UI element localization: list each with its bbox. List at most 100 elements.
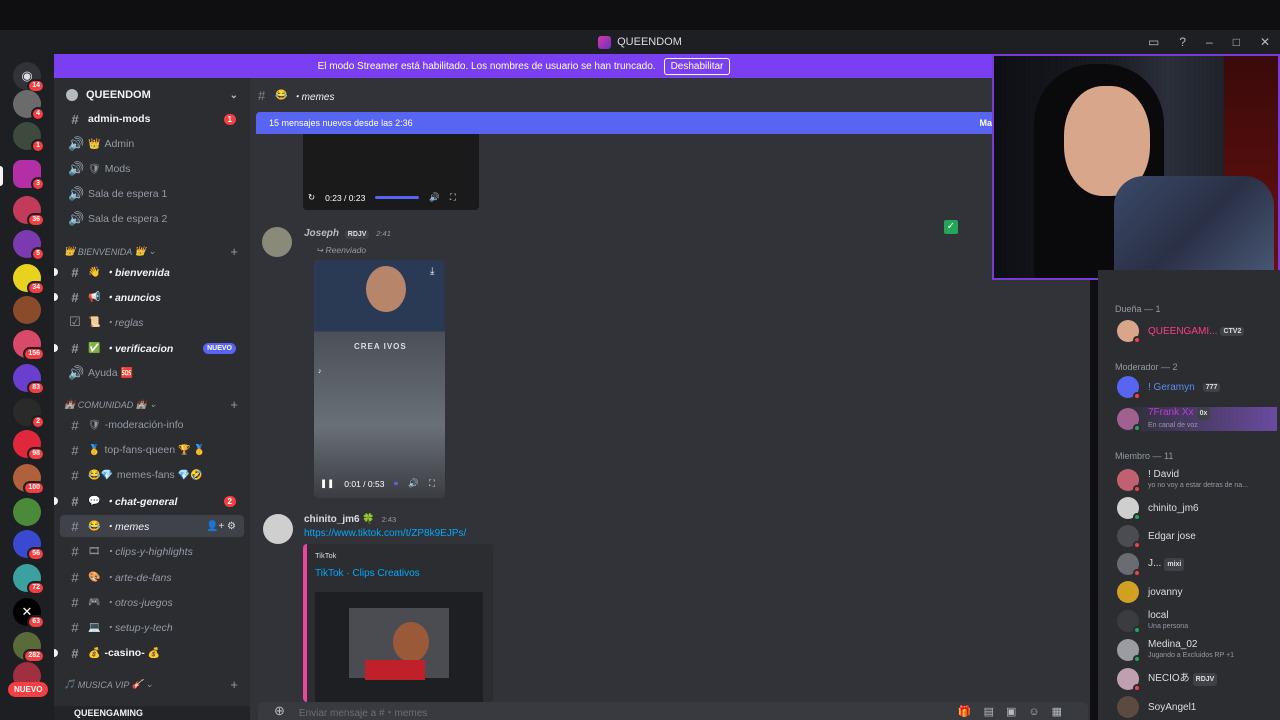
channel-actions[interactable]: 👤+ ⚙ — [206, 521, 236, 532]
inbox-icon[interactable]: ▭ — [1148, 35, 1159, 49]
close-icon[interactable]: ✕ — [1260, 35, 1270, 49]
category-musica-vip[interactable]: 🎵 MUSICA VIP 🎸 ⌄ + — [64, 677, 244, 692]
member-item[interactable]: chinito_jm6 — [1117, 496, 1277, 521]
server-icon[interactable]: 83 — [13, 364, 45, 395]
add-attachment-icon[interactable]: ⊕ — [274, 703, 285, 719]
help-icon[interactable]: ? — [1179, 35, 1186, 49]
server-badge: 36 — [27, 213, 45, 227]
channel-clips-y-highlights[interactable]: # 🎞 ・clips-y-highlights — [60, 540, 244, 562]
member-item[interactable]: SoyAngel1 — [1117, 695, 1277, 719]
new-channel-badge: NUEVO — [203, 342, 236, 354]
category-comunidad[interactable]: 🏰 COMUNIDAD 🏰 ⌄ + — [64, 397, 244, 412]
member-item[interactable]: Medina_02 Jugando a Excluidos RP +1 — [1117, 638, 1277, 663]
direct-messages-icon[interactable]: ◉ 14 — [13, 62, 45, 93]
composer-tools[interactable]: 🎁▤▣☺▦ — [958, 705, 1074, 718]
active-server-pill — [0, 166, 3, 186]
voice-channel-espera-1[interactable]: 🔊 Sala de espera 1 — [60, 183, 244, 205]
disable-streamer-button[interactable]: Deshabilitar — [663, 57, 731, 75]
gear-icon[interactable]: ⚙ — [227, 521, 236, 532]
message-link[interactable]: https://www.tiktok.com/t/ZP8k9EJPs/ — [304, 528, 466, 539]
server-icon[interactable]: 56 — [13, 530, 45, 561]
volume-icon[interactable]: 🔊 — [429, 192, 440, 203]
member-item[interactable]: local Una persona — [1117, 609, 1277, 634]
avatar — [1117, 696, 1139, 718]
video-progress[interactable] — [375, 196, 420, 199]
channel-verificacion[interactable]: # ✅ ・verificacion NUEVO — [60, 337, 244, 359]
hash-icon: # — [71, 493, 79, 509]
server-icon[interactable]: 36 — [13, 196, 45, 227]
add-channel-icon[interactable]: + — [230, 244, 238, 259]
channel-memes-selected[interactable]: # 😂 ・memes 👤+ ⚙ — [60, 515, 244, 537]
member-item[interactable]: jovanny — [1117, 580, 1277, 604]
server-icon[interactable]: 282 — [13, 632, 45, 663]
mark-read-text[interactable]: Ma — [979, 118, 992, 128]
server-icon[interactable]: 2 — [13, 398, 45, 429]
voice-channel-mods[interactable]: 🔊 🛡 Mods — [60, 158, 244, 180]
add-channel-icon[interactable]: + — [230, 677, 238, 692]
member-item[interactable]: J... mixi — [1117, 552, 1277, 577]
message-author[interactable]: chinito_jm6 🍀 2:43 — [304, 514, 396, 525]
category-bienvenida[interactable]: 👑 BIENVENIDA 👑 ⌄ + — [64, 244, 244, 259]
video-controls[interactable]: ❚❚ 0:01 / 0:53 🔊 ⛶ — [320, 478, 444, 489]
server-icon[interactable]: 100 — [13, 464, 45, 495]
member-item[interactable]: QUEENGAMI... CTV2 — [1117, 319, 1277, 344]
channel-chat-general[interactable]: # 💬 ・chat-general 2 — [60, 490, 244, 512]
channel-moderacion-info[interactable]: # 🛡 -moderación-info — [60, 414, 244, 436]
server-icon[interactable]: 4 — [13, 90, 45, 121]
maximize-icon[interactable]: □ — [1233, 35, 1240, 49]
channel-memes-fans[interactable]: # 😂💎 memes-fans 💎🤣 — [60, 464, 244, 486]
channel-top-fans-queen[interactable]: # 🥇 top-fans-queen 🏆 🥇 — [60, 439, 244, 461]
embed-thumbnail[interactable] — [315, 592, 483, 702]
server-header[interactable]: QUEENDOM ⌄ — [54, 82, 250, 108]
volume-icon[interactable]: 🔊 — [408, 478, 419, 489]
server-icon[interactable]: 72 — [13, 564, 45, 595]
server-icon[interactable] — [13, 296, 41, 324]
channel-admin-mods[interactable]: # admin-mods 1 — [60, 108, 244, 130]
avatar[interactable] — [263, 514, 293, 544]
voice-channel-espera-2[interactable]: 🔊 Sala de espera 2 — [60, 208, 244, 230]
invite-icon[interactable]: 👤+ — [206, 521, 224, 532]
server-icon-queendom[interactable]: 3 — [13, 160, 45, 191]
video-controls[interactable]: ↻ 0:23 / 0:23 🔊 ⛶ — [308, 192, 474, 203]
fullscreen-icon[interactable]: ⛶ — [450, 192, 456, 203]
member-item[interactable]: ! David yo no voy a estar detras de na... — [1117, 468, 1277, 493]
message-author[interactable]: Joseph RDJV 2:41 — [304, 228, 391, 239]
user-panel[interactable]: QUEENGAMING — [54, 706, 250, 720]
member-item[interactable]: Edgar jose — [1117, 524, 1277, 549]
download-icon[interactable]: ⤓ — [430, 266, 434, 277]
pause-icon[interactable]: ❚❚ — [320, 478, 334, 489]
server-icon[interactable]: 1 — [13, 122, 45, 153]
server-icon[interactable]: 98 — [13, 430, 45, 461]
voice-channel-ayuda[interactable]: 🔊 Ayuda 🆘 — [60, 362, 244, 384]
x-server-icon[interactable]: ✕ 63 — [13, 598, 45, 629]
computer-icon: 💻 — [88, 621, 101, 633]
member-item[interactable]: 7Frank Xx 0x En canal de voz — [1117, 407, 1277, 432]
channel-casino[interactable]: # 💰 -casino- 💰 — [60, 642, 244, 664]
minimize-icon[interactable]: – — [1206, 35, 1213, 49]
channel-reglas[interactable]: ☑ 📜 ・reglas — [60, 311, 244, 333]
server-icon[interactable]: 5 — [13, 230, 45, 261]
replay-icon[interactable]: ↻ — [308, 192, 315, 203]
channel-arte-de-fans[interactable]: # 🎨 ・arte-de-fans — [60, 566, 244, 588]
member-item[interactable]: ! Geramyn 777 — [1117, 375, 1277, 400]
new-messages-bar[interactable]: 15 mensajes nuevos desde las 2:36 Ma — [256, 112, 996, 134]
avatar[interactable] — [262, 227, 292, 257]
new-badge[interactable]: NUEVO — [8, 682, 49, 697]
server-rail: ◉ 14 4 1 3 36 5 34 156 83 2 98 100 56 72 … — [0, 54, 54, 720]
channel-anuncios[interactable]: # 📢 ・anuncios — [60, 286, 244, 308]
fullscreen-icon[interactable]: ⛶ — [429, 478, 435, 489]
embed-title[interactable]: TikTok · Clips Creativos — [315, 568, 420, 579]
member-item[interactable]: NECIOあ RDJV — [1117, 667, 1277, 692]
add-channel-icon[interactable]: + — [230, 397, 238, 412]
video-progress[interactable] — [394, 482, 399, 485]
channel-bienvenida[interactable]: # 👋 ・bienvenida — [60, 261, 244, 283]
voice-channel-admin[interactable]: 🔊 👑 Admin — [60, 133, 244, 155]
server-icon[interactable]: 34 — [13, 264, 45, 295]
server-icon[interactable]: 156 — [13, 330, 45, 361]
message-composer[interactable]: ⊕ Enviar mensaje a #・memes 🎁▤▣☺▦ — [258, 702, 1088, 720]
check-reaction-icon[interactable]: ✓ — [944, 220, 958, 234]
channel-otros-juegos[interactable]: # 🎮 ・otros-juegos — [60, 591, 244, 613]
channel-setup-y-tech[interactable]: # 💻 ・setup-y-tech — [60, 616, 244, 638]
video-player[interactable]: ⤓ CREA IVOS ♪ — [314, 260, 445, 498]
server-icon[interactable] — [13, 498, 41, 526]
